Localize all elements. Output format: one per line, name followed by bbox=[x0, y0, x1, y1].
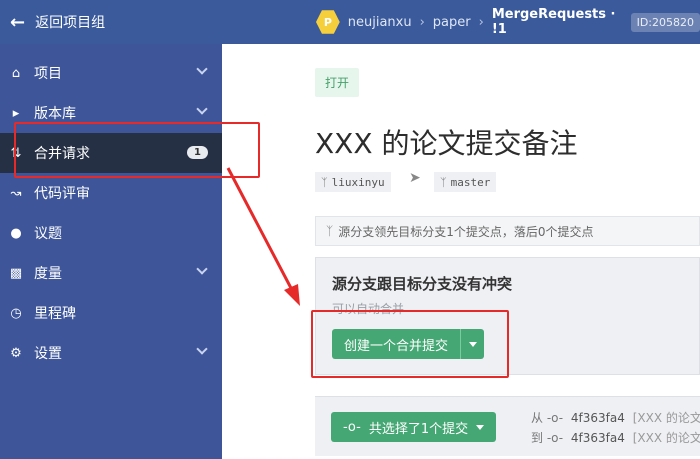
annotation-arrow bbox=[226, 167, 300, 306]
